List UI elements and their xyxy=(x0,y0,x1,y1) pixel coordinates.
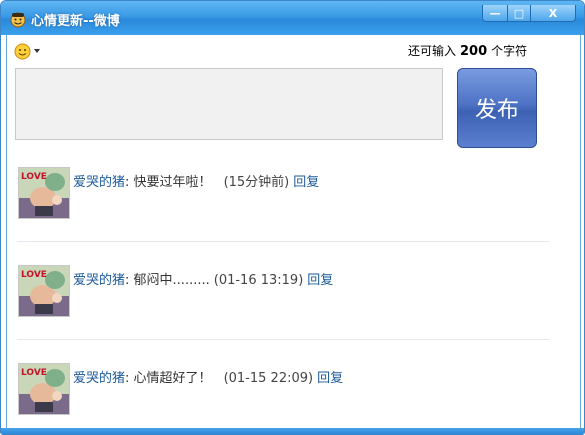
timestamp: (01-15 22:09) xyxy=(223,371,314,386)
close-button[interactable]: X xyxy=(531,5,576,22)
feed-item: LOVE 爱哭的猪: 心情超好了！ (01-15 22:09) 回复 xyxy=(7,355,580,434)
status-input[interactable] xyxy=(15,68,443,140)
feed-line: 爱哭的猪: 郁闷中......... (01-16 13:19) 回复 xyxy=(73,269,333,288)
counter-suffix: 个字符 xyxy=(491,44,528,58)
window-controls: — □ X xyxy=(482,5,576,23)
window-bottom-border xyxy=(1,428,584,434)
publish-button[interactable]: 发布 xyxy=(457,68,537,148)
divider xyxy=(17,339,550,340)
chevron-down-icon xyxy=(34,49,40,53)
feed-line: 爱哭的猪: 快要过年啦！ (15分钟前) 回复 xyxy=(73,171,319,190)
status-feed: LOVE 爱哭的猪: 快要过年啦！ (15分钟前) 回复 LOVE 爱哭的猪: … xyxy=(7,159,580,434)
timestamp: (15分钟前) xyxy=(223,175,290,190)
feed-line: 爱哭的猪: 心情超好了！ (01-15 22:09) 回复 xyxy=(73,367,343,386)
feed-item: LOVE 爱哭的猪: 郁闷中......... (01-16 13:19) 回复 xyxy=(7,257,580,355)
avatar-picture: LOVE xyxy=(19,266,69,316)
status-message: 心情超好了！ xyxy=(133,371,212,386)
window-title: 心情更新--微博 xyxy=(31,14,120,29)
svg-text:LOVE: LOVE xyxy=(21,270,47,280)
username-colon: : xyxy=(125,273,130,288)
client-area: 还可输入 200 个字符 发布 LOVE 爱哭的猪: 快要过年啦！ (15分钟前… xyxy=(6,35,581,429)
avatar-picture: LOVE xyxy=(19,364,69,414)
minimize-icon: — xyxy=(489,6,501,20)
avatar[interactable]: LOVE xyxy=(18,265,70,317)
reply-link[interactable]: 回复 xyxy=(307,273,333,288)
svg-text:LOVE: LOVE xyxy=(21,172,47,182)
timestamp: (01-16 13:19) xyxy=(213,273,304,288)
maximize-icon: □ xyxy=(513,6,525,20)
avatar[interactable]: LOVE xyxy=(18,167,70,219)
reply-link[interactable]: 回复 xyxy=(293,175,319,190)
title-bar[interactable]: 心情更新--微博 — □ X xyxy=(1,1,584,35)
minimize-button[interactable]: — xyxy=(482,5,508,22)
status-message: 快要过年啦！ xyxy=(133,175,212,190)
app-window: 心情更新--微博 — □ X 还可输入 200 个字符 发布 LOVE 爱哭的猪… xyxy=(0,0,585,435)
counter-prefix: 还可输入 xyxy=(408,44,457,58)
avatar[interactable]: LOVE xyxy=(18,363,70,415)
smiley-icon xyxy=(14,43,31,59)
divider xyxy=(17,241,550,242)
svg-text:LOVE: LOVE xyxy=(21,368,47,378)
maximize-button[interactable]: □ xyxy=(508,5,531,22)
username-colon: : xyxy=(125,175,130,190)
reply-link[interactable]: 回复 xyxy=(317,371,343,386)
close-icon: X xyxy=(548,6,558,20)
username-colon: : xyxy=(125,371,130,386)
username-link[interactable]: 爱哭的猪 xyxy=(73,273,125,288)
username-link[interactable]: 爱哭的猪 xyxy=(73,175,125,190)
emoji-picker-button[interactable] xyxy=(14,40,44,62)
char-counter: 还可输入 200 个字符 xyxy=(408,42,527,59)
username-link[interactable]: 爱哭的猪 xyxy=(73,371,125,386)
counter-value: 200 xyxy=(460,44,488,59)
avatar-picture: LOVE xyxy=(19,168,69,218)
feed-item: LOVE 爱哭的猪: 快要过年啦！ (15分钟前) 回复 xyxy=(7,159,580,257)
status-message: 郁闷中......... xyxy=(133,273,210,288)
app-icon xyxy=(10,12,26,28)
